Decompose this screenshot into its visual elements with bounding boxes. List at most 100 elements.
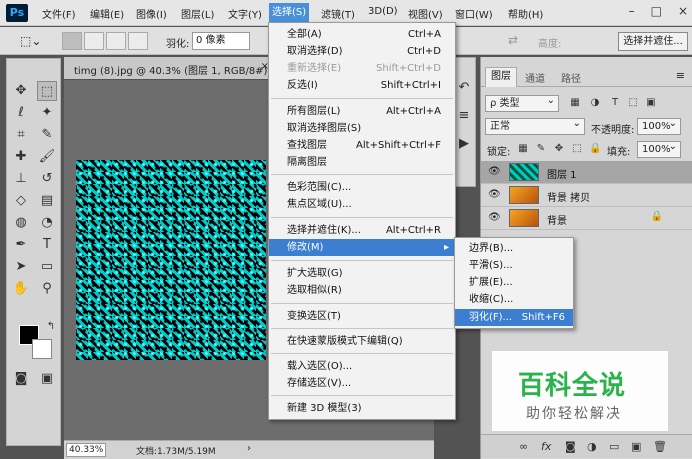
trash-icon[interactable]: 🗑 <box>653 440 667 453</box>
menu-item-quick-mask[interactable]: 在快速蒙版模式下编辑(Q) <box>269 333 455 350</box>
kind-filter-select[interactable]: ρ 类型 <box>485 93 559 112</box>
menu-item-inverse[interactable]: 反选(I) Shift+Ctrl+I <box>269 77 455 94</box>
blur-tool-icon[interactable]: ◍ <box>11 213 31 233</box>
menu-item-reselect[interactable]: 重新选择(E) Shift+Ctrl+D <box>269 60 455 77</box>
link-icon[interactable]: ∞ <box>519 440 528 453</box>
dodge-tool-icon[interactable]: ◔ <box>37 213 57 233</box>
submenu-item-feather[interactable]: 羽化(F)... Shift+F6 <box>455 309 573 326</box>
tab-paths[interactable]: 路径 <box>561 70 581 85</box>
intersect-selection-icon[interactable] <box>128 32 148 50</box>
lock-pixels-icon[interactable]: ✎ <box>535 143 547 154</box>
move-tool-icon[interactable]: ✥ <box>11 81 31 101</box>
history-brush-icon[interactable]: ↺ <box>37 169 57 189</box>
minimize-button[interactable]: – <box>629 4 635 18</box>
menu-item-color-range[interactable]: 色彩范围(C)... <box>269 179 455 196</box>
maximize-button[interactable]: □ <box>651 4 662 18</box>
stamp-tool-icon[interactable]: ⊥ <box>11 169 31 189</box>
menu-view[interactable]: 视图(V) <box>408 6 443 21</box>
opacity-input[interactable]: 100% <box>637 116 681 135</box>
fx-icon[interactable]: fx <box>541 440 551 453</box>
subtract-selection-icon[interactable] <box>106 32 126 50</box>
crop-tool-icon[interactable]: ⌗ <box>11 125 31 145</box>
adjustment-filter-icon[interactable]: ◑ <box>589 97 601 108</box>
menu-item-save-selection[interactable]: 存储选区(V)... <box>269 375 455 392</box>
healing-brush-icon[interactable]: ✚ <box>11 147 31 167</box>
eraser-tool-icon[interactable]: ◇ <box>11 191 31 211</box>
brush-tool-icon[interactable]: 🖌 <box>37 147 57 167</box>
layer-row[interactable]: 👁 背景 🔒 <box>481 207 692 230</box>
shape-filter-icon[interactable]: ⬚ <box>627 97 639 108</box>
screen-mode-icon[interactable]: ▣ <box>37 369 57 389</box>
group-icon[interactable]: ▭ <box>609 440 619 453</box>
document-tab[interactable]: timg (8).jpg @ 40.3% (图层 1, RGB/8#) * × <box>64 57 276 79</box>
path-select-icon[interactable]: ➤ <box>11 257 31 277</box>
shape-tool-icon[interactable]: ▭ <box>37 257 57 277</box>
background-color-swatch[interactable] <box>32 339 52 359</box>
menu-item-load-selection[interactable]: 载入选区(O)... <box>269 358 455 375</box>
lock-transparent-icon[interactable]: ▦ <box>517 143 529 154</box>
menu-item-all-layers[interactable]: 所有图层(L) Alt+Ctrl+A <box>269 103 455 120</box>
swap-colors-icon[interactable]: ↰ <box>41 317 61 337</box>
hand-tool-icon[interactable]: ✋ <box>11 279 31 299</box>
menu-item-find-layers[interactable]: 查找图层 Alt+Shift+Ctrl+F <box>269 137 455 154</box>
menu-item-select-and-mask[interactable]: 选择并遮住(K)... Alt+Ctrl+R <box>269 222 455 239</box>
status-menu-icon[interactable]: › <box>247 443 251 454</box>
menu-type[interactable]: 文字(Y) <box>228 6 262 21</box>
blend-mode-select[interactable]: 正常 <box>485 116 585 135</box>
visibility-eye-icon[interactable]: 👁 <box>488 212 501 223</box>
layer-row[interactable]: 👁 背景 拷贝 <box>481 184 692 207</box>
menu-item-focus-area[interactable]: 焦点区域(U)... <box>269 196 455 213</box>
actions-panel-icon[interactable]: ▶ <box>454 134 474 154</box>
tab-channels[interactable]: 通道 <box>525 70 545 85</box>
pixel-filter-icon[interactable]: ▦ <box>569 97 581 108</box>
marquee-tool-icon[interactable]: ⬚ <box>37 81 57 101</box>
menu-window[interactable]: 窗口(W) <box>455 6 493 21</box>
menu-layer[interactable]: 图层(L) <box>181 6 214 21</box>
menu-select[interactable]: 选择(S) <box>269 3 310 23</box>
menu-edit[interactable]: 编辑(E) <box>90 6 124 21</box>
lock-position-icon[interactable]: ✥ <box>553 143 565 154</box>
select-and-mask-button[interactable]: 选择并遮住... <box>618 32 688 51</box>
menu-item-deselect[interactable]: 取消选择(D) Ctrl+D <box>269 43 455 60</box>
properties-panel-icon[interactable]: ≡ <box>454 106 474 126</box>
marquee-preset-icon[interactable]: ⬚⌄ <box>20 32 48 50</box>
menu-item-grow[interactable]: 扩大选取(G) <box>269 265 455 282</box>
menu-item-isolate-layers[interactable]: 隔离图层 <box>269 154 455 171</box>
add-selection-icon[interactable] <box>84 32 104 50</box>
lock-all-icon[interactable]: 🔒 <box>589 143 601 154</box>
menu-file[interactable]: 文件(F) <box>42 6 76 21</box>
pen-tool-icon[interactable]: ✒ <box>11 235 31 255</box>
panel-menu-icon[interactable]: ≡ <box>676 69 685 82</box>
type-tool-icon[interactable]: T <box>37 235 57 255</box>
visibility-eye-icon[interactable]: 👁 <box>488 189 501 200</box>
zoom-input[interactable]: 40.33% <box>66 443 106 457</box>
new-layer-icon[interactable]: ▣ <box>631 440 641 453</box>
submenu-item-border[interactable]: 边界(B)... <box>455 240 573 257</box>
visibility-eye-icon[interactable]: 👁 <box>488 166 501 177</box>
new-selection-icon[interactable] <box>62 32 82 50</box>
submenu-item-smooth[interactable]: 平滑(S)... <box>455 257 573 274</box>
magic-wand-icon[interactable]: ✦ <box>37 103 57 123</box>
eyedropper-icon[interactable]: ✎ <box>37 125 57 145</box>
feather-input[interactable]: 0 像素 <box>192 32 250 50</box>
menu-item-similar[interactable]: 选取相似(R) <box>269 282 455 299</box>
history-panel-icon[interactable]: ↶ <box>454 78 474 98</box>
fill-input[interactable]: 100% <box>637 139 681 158</box>
menu-item-new-3d-model[interactable]: 新建 3D 模型(3) <box>269 400 455 417</box>
zoom-tool-icon[interactable]: ⚲ <box>37 279 57 299</box>
submenu-item-expand[interactable]: 扩展(E)... <box>455 274 573 291</box>
mask-icon[interactable]: ◙ <box>565 440 576 453</box>
menu-image[interactable]: 图像(I) <box>136 6 167 21</box>
gradient-tool-icon[interactable]: ▤ <box>37 191 57 211</box>
menu-item-all[interactable]: 全部(A) Ctrl+A <box>269 26 455 43</box>
tab-layers[interactable]: 图层 <box>485 67 517 87</box>
adjustment-icon[interactable]: ◑ <box>587 440 597 453</box>
layer-row[interactable]: 👁 图层 1 <box>481 161 692 184</box>
quick-mask-icon[interactable]: ◙ <box>11 369 31 389</box>
submenu-item-contract[interactable]: 收缩(C)... <box>455 291 573 308</box>
menu-filter[interactable]: 滤镜(T) <box>321 6 355 21</box>
menu-help[interactable]: 帮助(H) <box>508 6 543 21</box>
lasso-tool-icon[interactable]: ℓ <box>11 103 31 123</box>
menu-item-deselect-layers[interactable]: 取消选择图层(S) <box>269 120 455 137</box>
type-filter-icon[interactable]: T <box>609 97 621 108</box>
